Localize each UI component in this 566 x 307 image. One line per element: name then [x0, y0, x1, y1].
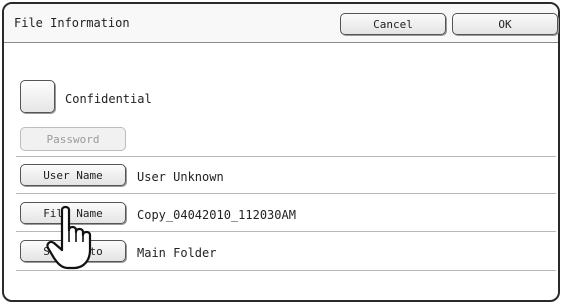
cancel-button[interactable]: Cancel	[340, 13, 446, 35]
file-name-value: Copy_04042010_112030AM	[137, 208, 296, 222]
divider	[16, 156, 556, 157]
pointing-hand-icon	[46, 205, 92, 270]
password-button[interactable]: Password	[20, 127, 126, 151]
user-name-value: User Unknown	[137, 170, 224, 184]
confidential-checkbox[interactable]	[20, 80, 55, 113]
page-title: File Information	[14, 16, 130, 30]
divider	[16, 193, 556, 194]
ok-button[interactable]: OK	[452, 13, 558, 35]
stored-to-value: Main Folder	[137, 246, 217, 260]
confidential-label: Confidential	[65, 92, 152, 106]
user-name-button[interactable]: User Name	[20, 164, 126, 186]
